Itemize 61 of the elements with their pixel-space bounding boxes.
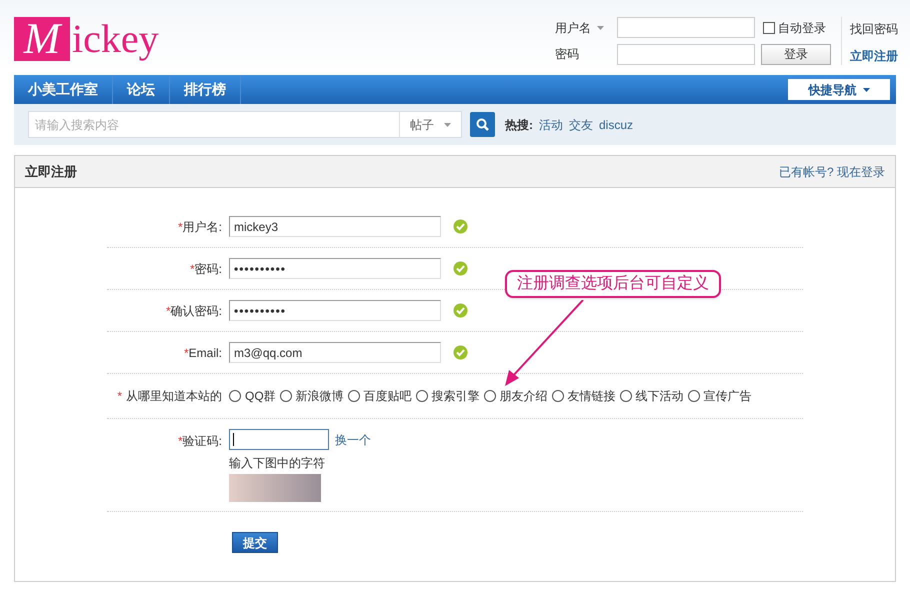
field-label: Email: xyxy=(188,344,222,362)
required-asterisk: * xyxy=(190,260,195,278)
quick-nav-button[interactable]: 快捷导航 xyxy=(788,79,890,100)
search-button[interactable] xyxy=(470,112,495,137)
search-field[interactable]: 请输入搜索内容 帖子 xyxy=(28,111,462,138)
field-label: 验证码: xyxy=(182,433,222,450)
required-asterisk: * xyxy=(184,344,189,362)
username-input[interactable] xyxy=(617,17,755,38)
login-link[interactable]: 已有帐号? 现在登录 xyxy=(778,162,885,180)
radio-button[interactable] xyxy=(552,390,564,402)
captcha-input[interactable] xyxy=(229,429,329,450)
refresh-captcha-link[interactable]: 换一个 xyxy=(335,430,371,448)
required-asterisk: * xyxy=(178,433,183,450)
radio-button[interactable] xyxy=(688,390,700,402)
site-logo[interactable]: M ickey xyxy=(14,17,159,61)
caret-icon[interactable] xyxy=(444,122,451,126)
caret-icon xyxy=(862,88,870,92)
radio-label[interactable]: 新浪微博 xyxy=(296,387,344,405)
radio-label[interactable]: 线下活动 xyxy=(636,387,684,405)
panel-title: 立即注册 xyxy=(25,162,77,181)
field-label: 用户名: xyxy=(182,218,222,236)
radio-button[interactable] xyxy=(348,390,360,402)
search-icon xyxy=(476,118,489,131)
field-label: 确认密码: xyxy=(170,302,222,320)
login-button[interactable]: 登录 xyxy=(761,44,831,65)
radio-label[interactable]: 搜索引擎 xyxy=(432,387,480,405)
radio-button[interactable] xyxy=(229,390,241,402)
field-label: 从哪里知道本站的 xyxy=(126,388,222,405)
text-input[interactable]: mickey3 xyxy=(229,216,441,237)
username-label: 用户名 xyxy=(555,20,591,37)
text-input[interactable]: m3@qq.com xyxy=(229,342,441,363)
radio-label[interactable]: 友情链接 xyxy=(568,387,616,405)
text-input[interactable]: •••••••••• xyxy=(229,300,441,321)
forgot-password-link[interactable]: 找回密码 xyxy=(850,20,898,38)
hot-search-link[interactable]: 活动 xyxy=(539,116,563,134)
radio-button[interactable] xyxy=(620,390,632,402)
radio-button[interactable] xyxy=(484,390,496,402)
register-link[interactable]: 立即注册 xyxy=(850,47,898,65)
hot-search-link[interactable]: discuz xyxy=(599,116,634,134)
field-label: 密码: xyxy=(194,260,222,278)
password-input[interactable] xyxy=(617,44,755,65)
callout-bubble: 注册调查选项后台可自定义 xyxy=(505,270,721,298)
radio-button[interactable] xyxy=(416,390,428,402)
required-asterisk: * xyxy=(166,302,171,320)
required-asterisk: * xyxy=(178,218,183,236)
radio-label[interactable]: 百度贴吧 xyxy=(364,387,412,405)
caret-icon[interactable] xyxy=(597,26,604,30)
text-input[interactable]: •••••••••• xyxy=(229,258,441,279)
radio-label[interactable]: QQ群 xyxy=(245,387,276,405)
auto-login-checkbox[interactable] xyxy=(763,22,775,34)
captcha-hint: 输入下图中的字符 xyxy=(229,455,326,472)
radio-label[interactable]: 宣传广告 xyxy=(704,387,752,405)
auto-login-label[interactable]: 自动登录 xyxy=(778,18,826,37)
radio-button[interactable] xyxy=(280,390,292,402)
hot-search-link[interactable]: 交友 xyxy=(569,116,593,134)
radio-label[interactable]: 朋友介绍 xyxy=(500,387,548,405)
submit-button[interactable]: 提交 xyxy=(232,532,278,553)
search-type-label[interactable]: 帖子 xyxy=(410,116,434,134)
hot-search-label: 热搜: xyxy=(505,116,533,134)
required-asterisk: * xyxy=(117,388,122,405)
password-label: 密码 xyxy=(555,46,580,64)
